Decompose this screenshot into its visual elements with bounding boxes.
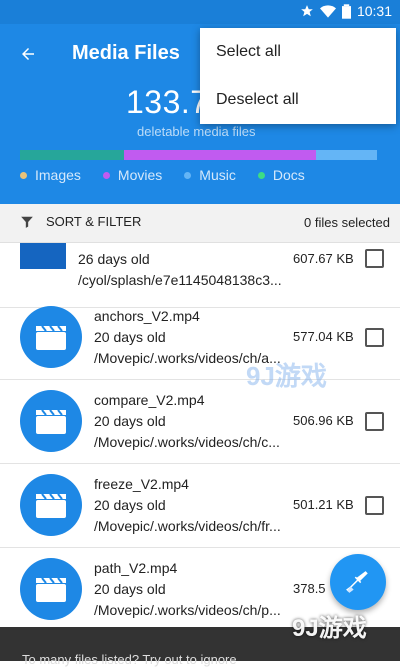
images-dot-icon bbox=[20, 171, 27, 179]
usage-segment-images bbox=[20, 150, 124, 160]
file-checkbox[interactable] bbox=[365, 412, 384, 431]
clock: 10:31 bbox=[356, 3, 392, 19]
clapperboard-icon bbox=[36, 493, 66, 518]
sort-filter-label: SORT & FILTER bbox=[46, 214, 142, 229]
file-path: /Movepic/.works/videos/ch/p... bbox=[94, 602, 281, 618]
snackbar-text: To many files listed? Try out to ignore bbox=[22, 652, 237, 667]
video-thumbnail bbox=[20, 306, 82, 368]
select-all-menu-item[interactable]: Select all bbox=[200, 28, 396, 76]
sort-filter-bar: SORT & FILTER 0 files selected bbox=[0, 204, 400, 243]
file-row[interactable]: freeze_V2.mp4 20 days old /Movepic/.work… bbox=[0, 463, 400, 548]
file-age: 20 days old bbox=[94, 329, 166, 345]
video-thumbnail bbox=[20, 474, 82, 536]
watermark-logo: 9J游戏 bbox=[246, 361, 327, 391]
file-size: 506.96 KB bbox=[293, 413, 354, 428]
star-icon bbox=[301, 5, 313, 17]
broom-icon bbox=[346, 571, 368, 593]
file-checkbox[interactable] bbox=[365, 249, 384, 268]
file-size: 501.21 KB bbox=[293, 497, 354, 512]
usage-bar bbox=[20, 150, 377, 160]
image-thumbnail bbox=[20, 243, 66, 269]
file-checkbox[interactable] bbox=[365, 496, 384, 515]
docs-dot-icon bbox=[257, 171, 265, 179]
usage-segment-music bbox=[316, 150, 377, 160]
video-thumbnail bbox=[20, 558, 82, 620]
clapperboard-icon bbox=[36, 409, 66, 434]
file-path: /Movepic/.works/videos/ch/c... bbox=[94, 434, 280, 450]
file-age: 20 days old bbox=[94, 497, 166, 513]
file-age: 20 days old bbox=[94, 581, 166, 597]
video-thumbnail bbox=[20, 390, 82, 452]
music-dot-icon bbox=[184, 171, 192, 179]
status-bar: 10:31 bbox=[0, 0, 400, 24]
battery-icon bbox=[341, 3, 351, 19]
file-path: /cyol/splash/e7e1145048138c3... bbox=[78, 272, 282, 288]
file-size: 607.67 KB bbox=[293, 251, 354, 266]
clean-fab-button[interactable] bbox=[330, 554, 386, 610]
wifi-icon bbox=[319, 5, 336, 18]
legend-docs: Docs bbox=[257, 167, 305, 183]
legend-images: Images bbox=[20, 167, 81, 183]
back-button[interactable] bbox=[12, 38, 44, 70]
overflow-menu: Select all Deselect all bbox=[200, 28, 396, 124]
clapperboard-icon bbox=[36, 325, 66, 350]
arrow-back-icon bbox=[22, 48, 34, 60]
page-title: Media Files bbox=[72, 42, 180, 64]
file-size: 577.04 KB bbox=[293, 329, 354, 344]
file-age: 26 days old bbox=[78, 251, 150, 267]
usage-segment-movies bbox=[123, 150, 317, 160]
size-subtitle: deletable media files bbox=[137, 124, 256, 139]
file-name: path_V2.mp4 bbox=[94, 560, 178, 576]
files-selected-count: 0 files selected bbox=[304, 215, 390, 230]
file-age: 20 days old bbox=[94, 413, 166, 429]
file-row[interactable]: compare_V2.mp4 20 days old /Movepic/.wor… bbox=[0, 379, 400, 464]
movies-dot-icon bbox=[102, 171, 110, 179]
status-icons: 10:31 bbox=[300, 3, 392, 19]
file-row[interactable]: anchors_V2.mp4 20 days old /Movepic/.wor… bbox=[0, 295, 400, 380]
file-name: compare_V2.mp4 bbox=[94, 392, 205, 408]
legend: Images Movies Music Docs bbox=[20, 167, 305, 183]
file-name: freeze_V2.mp4 bbox=[94, 476, 189, 492]
file-path: /Movepic/.works/videos/ch/fr... bbox=[94, 518, 281, 534]
legend-music: Music bbox=[184, 167, 236, 183]
filter-icon bbox=[21, 216, 33, 228]
file-checkbox[interactable] bbox=[365, 328, 384, 347]
watermark-logo-bottom: 9J游戏 bbox=[292, 615, 367, 642]
legend-movies: Movies bbox=[102, 167, 162, 183]
file-name: anchors_V2.mp4 bbox=[94, 308, 200, 324]
total-size: 133.7 bbox=[126, 84, 209, 120]
deselect-all-menu-item[interactable]: Deselect all bbox=[200, 76, 396, 124]
sort-filter-button[interactable]: SORT & FILTER bbox=[20, 214, 141, 229]
file-size: 378.5 bbox=[293, 581, 326, 596]
clapperboard-icon bbox=[36, 577, 66, 602]
